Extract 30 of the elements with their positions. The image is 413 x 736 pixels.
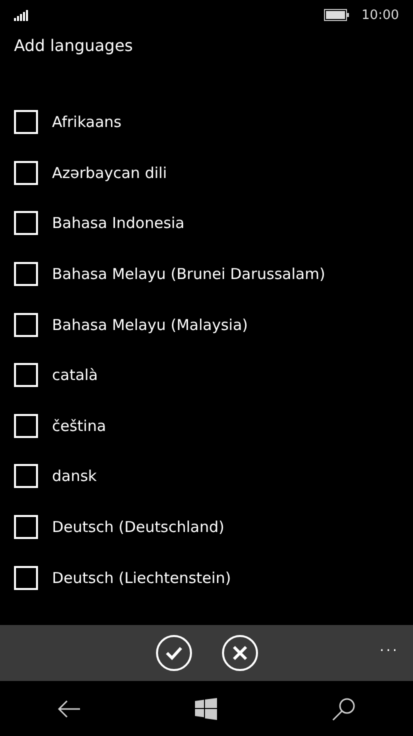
battery-icon xyxy=(324,9,350,21)
language-label: Bahasa Melayu (Brunei Darussalam) xyxy=(52,265,326,284)
checkbox[interactable] xyxy=(14,211,38,236)
checkbox[interactable] xyxy=(14,262,38,286)
language-label: Deutsch (Liechtenstein) xyxy=(52,568,231,587)
checkbox[interactable] xyxy=(14,363,38,388)
language-label: dansk xyxy=(52,467,97,486)
checkbox[interactable] xyxy=(14,312,38,337)
checkbox[interactable] xyxy=(14,110,38,134)
checkbox[interactable] xyxy=(14,515,38,540)
language-label: Deutsch (Deutschland) xyxy=(52,518,224,536)
clock-time: 10:00 xyxy=(362,8,399,22)
checkbox[interactable] xyxy=(14,464,38,488)
language-label: Bahasa Indonesia xyxy=(52,214,184,232)
search-icon[interactable] xyxy=(332,696,356,720)
checkbox[interactable] xyxy=(14,414,38,438)
checkbox[interactable] xyxy=(14,566,38,590)
language-label: čeština xyxy=(52,416,106,435)
checkbox[interactable] xyxy=(14,160,38,185)
cancel-button[interactable] xyxy=(220,634,258,672)
page-title: Add languages xyxy=(14,36,133,55)
back-icon[interactable] xyxy=(57,698,82,718)
language-label: Azərbaycan dili xyxy=(52,164,167,182)
language-label: Bahasa Melayu (Malaysia) xyxy=(52,316,248,334)
language-label: Afrikaans xyxy=(52,113,122,132)
accept-button[interactable] xyxy=(154,634,192,672)
language-label: català xyxy=(52,366,98,384)
more-button[interactable]: ... xyxy=(380,639,399,655)
signal-icon xyxy=(14,10,30,20)
windows-logo-icon[interactable] xyxy=(195,698,218,720)
